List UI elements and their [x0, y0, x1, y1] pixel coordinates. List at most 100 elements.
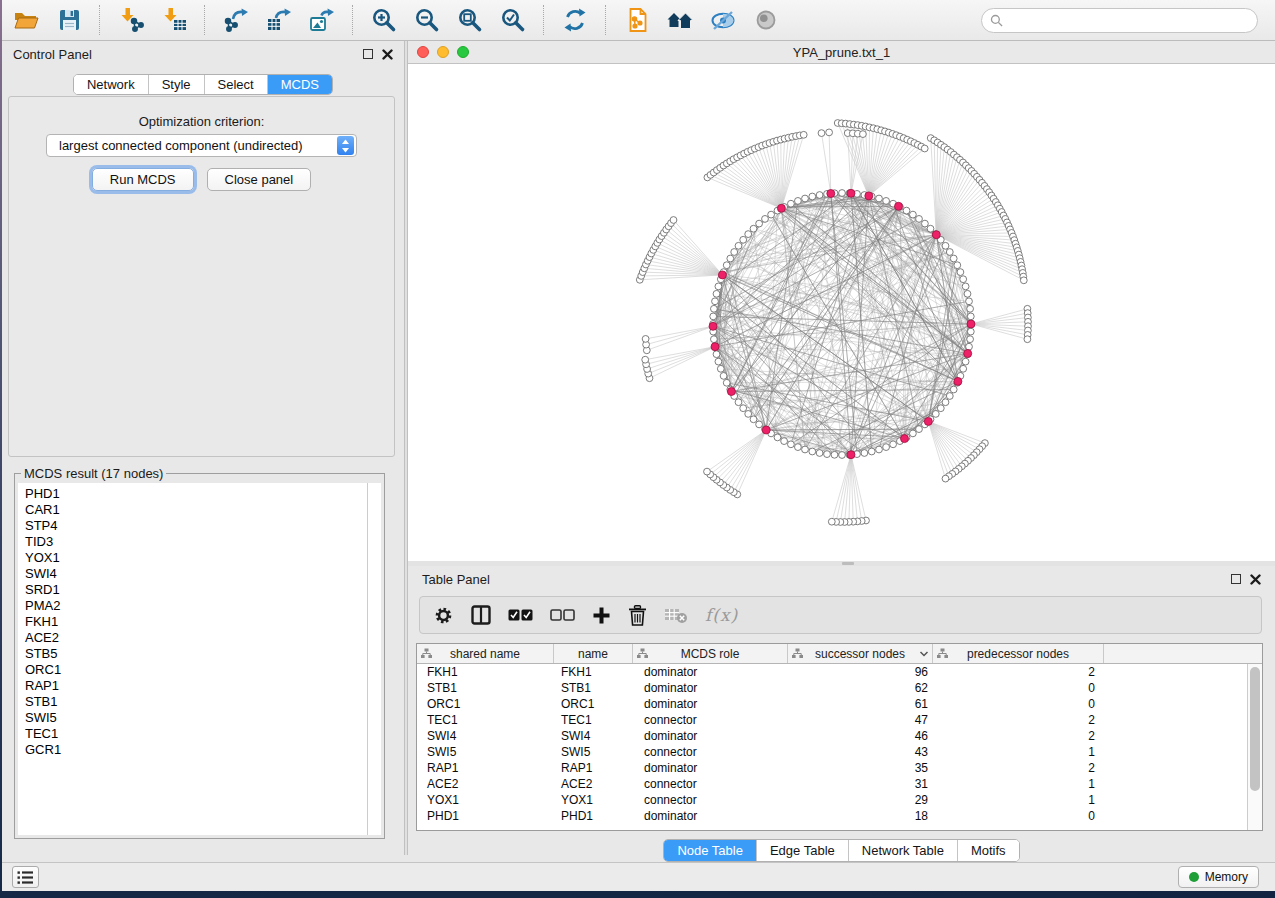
- mcds-result-list[interactable]: PHD1CAR1STP4TID3YOX1SWI4SRD1PMA2FKH1ACE2…: [18, 483, 367, 835]
- open-file-button[interactable]: [12, 7, 39, 34]
- table-body: FKH1FKH1dominator962STB1STB1dominator620…: [417, 664, 1262, 824]
- export-table-icon[interactable]: [265, 7, 292, 34]
- clone-network-icon[interactable]: [623, 7, 650, 34]
- result-node[interactable]: PMA2: [25, 598, 367, 614]
- export-network-icon[interactable]: [222, 7, 249, 34]
- table-cell: dominator: [633, 664, 788, 680]
- result-node[interactable]: ACE2: [25, 630, 367, 646]
- result-node[interactable]: SRD1: [25, 582, 367, 598]
- table-cell: PHD1: [554, 808, 633, 824]
- search-box[interactable]: [981, 8, 1258, 33]
- save-button[interactable]: [55, 7, 82, 34]
- tab-node-table[interactable]: Node Table: [664, 840, 756, 861]
- delete-column-icon[interactable]: [628, 605, 647, 626]
- result-node[interactable]: STB1: [25, 694, 367, 710]
- table-cell: 0: [933, 808, 1104, 824]
- unselect-all-icon[interactable]: [550, 608, 575, 622]
- float-panel-icon[interactable]: [363, 49, 373, 59]
- search-input[interactable]: [1008, 13, 1257, 28]
- result-node[interactable]: YOX1: [25, 550, 367, 566]
- import-network-icon[interactable]: [117, 7, 144, 34]
- result-node[interactable]: STB5: [25, 646, 367, 662]
- select-all-icon[interactable]: [508, 608, 533, 622]
- zoom-selected-icon[interactable]: [499, 7, 526, 34]
- import-table-icon[interactable]: [160, 7, 187, 34]
- result-node[interactable]: CAR1: [25, 502, 367, 518]
- network-graph[interactable]: [408, 64, 1275, 561]
- table-toolbar: f(x): [419, 596, 1262, 634]
- show-column-icon[interactable]: [471, 605, 491, 625]
- criterion-select[interactable]: largest connected component (undirected): [46, 134, 357, 157]
- table-cell: dominator: [633, 808, 788, 824]
- mcds-tab-content: Optimization criterion: largest connecte…: [8, 96, 395, 457]
- table-cell: STB1: [417, 680, 554, 696]
- table-scrollbar[interactable]: [1247, 664, 1262, 830]
- zoom-fit-icon[interactable]: [456, 7, 483, 34]
- tab-style[interactable]: Style: [148, 75, 204, 94]
- table-row[interactable]: FKH1FKH1dominator962: [417, 664, 1262, 680]
- result-node[interactable]: ORC1: [25, 662, 367, 678]
- task-history-button[interactable]: [12, 866, 39, 888]
- close-table-panel-icon[interactable]: [1250, 574, 1261, 585]
- result-node[interactable]: RAP1: [25, 678, 367, 694]
- network-title: YPA_prune.txt_1: [408, 45, 1275, 60]
- table-scrollbar-thumb[interactable]: [1250, 667, 1260, 791]
- tab-network[interactable]: Network: [74, 75, 148, 94]
- tab-edge-table[interactable]: Edge Table: [756, 840, 848, 861]
- table-row[interactable]: ORC1ORC1dominator610: [417, 696, 1262, 712]
- table-cell: ACE2: [554, 776, 633, 792]
- table-cell: 62: [788, 680, 933, 696]
- result-node[interactable]: TEC1: [25, 726, 367, 742]
- function-builder-icon[interactable]: f(x): [705, 605, 738, 625]
- float-table-panel-icon[interactable]: [1231, 574, 1241, 584]
- network-canvas[interactable]: [408, 64, 1275, 561]
- tab-network-table[interactable]: Network Table: [848, 840, 957, 861]
- table-row[interactable]: ACE2ACE2connector311: [417, 776, 1262, 792]
- table-row[interactable]: RAP1RAP1dominator352: [417, 760, 1262, 776]
- add-column-icon[interactable]: [592, 606, 611, 625]
- column-header-predecessor-nodes[interactable]: predecessor nodes: [933, 644, 1104, 663]
- show-panel-eye-icon[interactable]: [752, 7, 779, 34]
- column-header-name[interactable]: name: [554, 644, 633, 663]
- close-panel-button[interactable]: Close panel: [207, 168, 312, 191]
- zoom-in-icon[interactable]: [370, 7, 397, 34]
- table-row[interactable]: SWI5SWI5connector431: [417, 744, 1262, 760]
- memory-button[interactable]: Memory: [1178, 866, 1259, 888]
- column-header-successor-nodes[interactable]: successor nodes: [788, 644, 933, 663]
- tab-mcds[interactable]: MCDS: [267, 75, 332, 94]
- table-cell: connector: [633, 712, 788, 728]
- optimization-criterion-label: Optimization criterion:: [9, 114, 394, 129]
- result-node[interactable]: SWI5: [25, 710, 367, 726]
- zoom-out-icon[interactable]: [413, 7, 440, 34]
- result-node[interactable]: STP4: [25, 518, 367, 534]
- table-row[interactable]: STB1STB1dominator620: [417, 680, 1262, 696]
- column-header-MCDS-role[interactable]: MCDS role: [633, 644, 788, 663]
- export-image-icon[interactable]: [308, 7, 335, 34]
- network-search-icon[interactable]: [666, 7, 693, 34]
- close-panel-icon[interactable]: [382, 49, 393, 60]
- result-node[interactable]: TID3: [25, 534, 367, 550]
- column-header-shared-name[interactable]: shared name: [417, 644, 554, 663]
- result-node[interactable]: FKH1: [25, 614, 367, 630]
- table-cell: TEC1: [554, 712, 633, 728]
- hide-panel-eye-icon[interactable]: [709, 7, 736, 34]
- table-row[interactable]: TEC1TEC1connector472: [417, 712, 1262, 728]
- table-cell: 61: [788, 696, 933, 712]
- table-row[interactable]: PHD1PHD1dominator180: [417, 808, 1262, 824]
- delete-table-icon[interactable]: [664, 606, 688, 624]
- result-node[interactable]: SWI4: [25, 566, 367, 582]
- tab-motifs[interactable]: Motifs: [957, 840, 1019, 861]
- hierarchy-icon: [637, 648, 648, 659]
- result-node[interactable]: GCR1: [25, 742, 367, 758]
- result-node[interactable]: PHD1: [25, 486, 367, 502]
- tab-select[interactable]: Select: [204, 75, 267, 94]
- refresh-icon[interactable]: [561, 7, 588, 34]
- table-settings-gear-icon[interactable]: [433, 605, 454, 626]
- table-row[interactable]: SWI4SWI4dominator462: [417, 728, 1262, 744]
- app-window: Control Panel NetworkStyleSelectMCDS Opt…: [2, 0, 1275, 891]
- table-row[interactable]: YOX1YOX1connector291: [417, 792, 1262, 808]
- run-mcds-button[interactable]: Run MCDS: [92, 168, 194, 191]
- hierarchy-icon: [792, 648, 803, 659]
- toolbar-separator: [543, 5, 544, 35]
- result-list-scrollbar[interactable]: [367, 483, 381, 835]
